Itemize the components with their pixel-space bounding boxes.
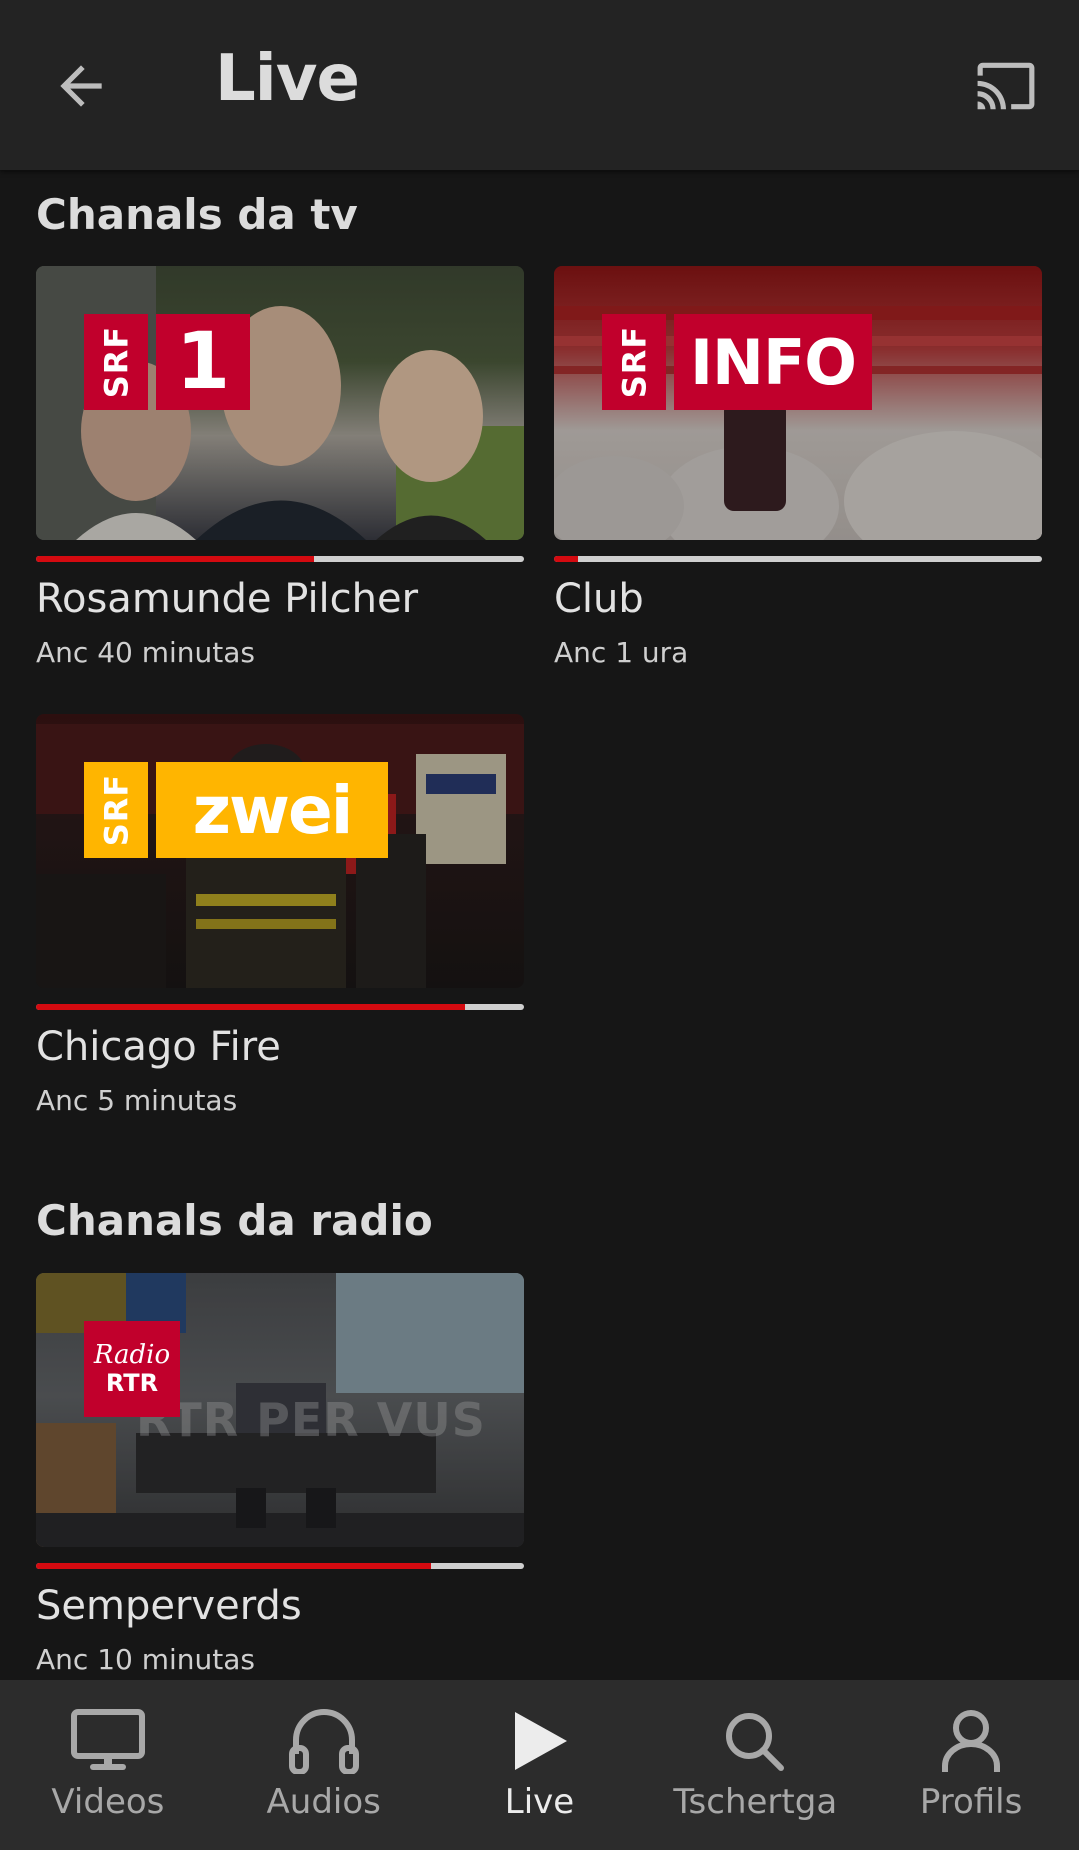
program-remaining: Anc 5 minutas [36,1084,238,1117]
channel-card-srf1[interactable]: SRF 1 Rosamunde Pilcher Anc 40 minutas [36,266,524,669]
person-icon [942,1710,1001,1772]
nav-label: Videos [51,1782,165,1822]
section-title-tv: Chanals da tv [36,190,358,239]
arrow-left-icon[interactable] [50,55,112,117]
nav-item-live[interactable]: Live [432,1680,648,1850]
nav-item-profils[interactable]: Profils [863,1680,1079,1850]
logo-name-box: 1 [156,314,250,410]
channel-card-radio-rtr[interactable]: RTR PER VUS Radio RTR Semperverds Anc 10… [36,1273,524,1676]
progress-fill [36,1004,466,1010]
page-title: Live [215,42,360,116]
logo-box: Radio RTR [84,1321,180,1417]
progress-fill [36,1563,432,1569]
program-remaining: Anc 10 minutas [36,1643,255,1676]
program-title: Rosamunde Pilcher [36,576,419,622]
channel-thumbnail: SRF INFO [554,266,1042,540]
srfzwei-logo: SRF zwei [84,762,388,858]
logo-prefix-box: SRF [602,314,666,410]
nav-item-videos[interactable]: Videos [0,1680,216,1850]
logo-line1: Radio [93,1340,171,1370]
cast-icon[interactable] [970,55,1042,117]
progress-fill [554,556,579,562]
live-content[interactable]: Chanals da tv SRF 1 Rosamunde Pilcher An… [0,170,1079,1680]
progress-fill [36,556,315,562]
logo-prefix-box: SRF [84,314,148,410]
program-progress [36,556,524,562]
play-icon [515,1712,568,1770]
srf1-logo: SRF 1 [84,314,250,410]
channel-card-srfzwei[interactable]: SRF zwei Chicago Fire Anc 5 minutas [36,714,524,1117]
nav-label: Audios [266,1782,381,1822]
logo-line2: RTR [105,1369,159,1397]
monitor-icon [70,1709,145,1770]
bottom-navigation: Videos Audios Live Tschertga Profils [0,1680,1079,1850]
program-progress [36,1563,524,1569]
program-remaining: Anc 1 ura [554,636,689,669]
program-remaining: Anc 40 minutas [36,636,255,669]
nav-item-audios[interactable]: Audios [216,1680,432,1850]
radio-rtr-logo: Radio RTR [84,1321,180,1417]
program-title: Club [554,576,644,622]
search-icon [726,1713,785,1771]
program-title: Semperverds [36,1583,302,1629]
program-progress [36,1004,524,1010]
logo-name-box: zwei [156,762,388,858]
srfinfo-logo: SRF INFO [602,314,872,410]
headphones-icon [288,1709,359,1774]
channel-thumbnail: RTR PER VUS Radio RTR [36,1273,524,1547]
section-title-radio: Chanals da radio [36,1196,433,1245]
channel-card-srfinfo[interactable]: SRF INFO Club Anc 1 ura [554,266,1042,669]
nav-item-tschertga[interactable]: Tschertga [647,1680,863,1850]
app-bar: Live [0,0,1079,170]
program-title: Chicago Fire [36,1024,281,1070]
nav-label: Tschertga [673,1782,838,1822]
nav-label: Profils [919,1782,1023,1822]
channel-thumbnail: SRF 1 [36,266,524,540]
logo-name-box: INFO [674,314,872,410]
channel-thumbnail: SRF zwei [36,714,524,988]
logo-prefix-box: SRF [84,762,148,858]
nav-label: Live [504,1782,575,1822]
program-progress [554,556,1042,562]
